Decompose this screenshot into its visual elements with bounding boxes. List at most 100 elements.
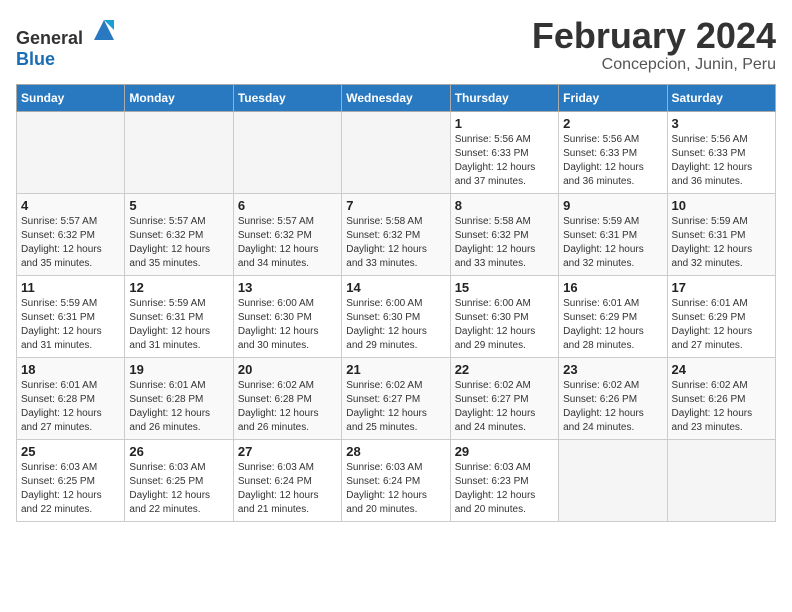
day-detail: Sunrise: 5:57 AM Sunset: 6:32 PM Dayligh… [21, 215, 120, 271]
calendar-cell: 19 Sunrise: 6:01 AM Sunset: 6:28 PM Dayli… [125, 357, 233, 439]
logo-icon [90, 16, 118, 44]
day-number: 25 [21, 444, 120, 459]
day-number: 14 [346, 280, 445, 295]
weekday-header: Tuesday [233, 84, 341, 111]
calendar-cell [342, 111, 450, 193]
calendar-header: SundayMondayTuesdayWednesdayThursdayFrid… [17, 84, 776, 111]
calendar-cell: 22 Sunrise: 6:02 AM Sunset: 6:27 PM Dayli… [450, 357, 558, 439]
day-number: 15 [455, 280, 554, 295]
calendar-cell: 3Sunrise: 5:56 AM Sunset: 6:33 PM Daylig… [667, 111, 775, 193]
day-number: 1 [455, 116, 554, 131]
day-detail: Sunrise: 6:03 AM Sunset: 6:23 PM Dayligh… [455, 461, 554, 517]
weekday-header: Friday [559, 84, 667, 111]
calendar-cell: 10 Sunrise: 5:59 AM Sunset: 6:31 PM Dayli… [667, 193, 775, 275]
day-number: 4 [21, 198, 120, 213]
day-number: 6 [238, 198, 337, 213]
calendar-week-row: 18 Sunrise: 6:01 AM Sunset: 6:28 PM Dayli… [17, 357, 776, 439]
weekday-header: Thursday [450, 84, 558, 111]
day-detail: Sunrise: 6:03 AM Sunset: 6:24 PM Dayligh… [238, 461, 337, 517]
calendar-cell: 14 Sunrise: 6:00 AM Sunset: 6:30 PM Dayli… [342, 275, 450, 357]
day-number: 5 [129, 198, 228, 213]
day-detail: Sunrise: 6:00 AM Sunset: 6:30 PM Dayligh… [455, 297, 554, 353]
logo: General Blue [16, 16, 118, 70]
day-number: 10 [672, 198, 771, 213]
weekday-header: Monday [125, 84, 233, 111]
day-number: 27 [238, 444, 337, 459]
calendar-cell: 23 Sunrise: 6:02 AM Sunset: 6:26 PM Dayli… [559, 357, 667, 439]
calendar-cell [559, 439, 667, 521]
day-detail: Sunrise: 6:01 AM Sunset: 6:28 PM Dayligh… [129, 379, 228, 435]
calendar-cell: 13Sunrise: 6:00 AM Sunset: 6:30 PM Dayli… [233, 275, 341, 357]
calendar-table: SundayMondayTuesdayWednesdayThursdayFrid… [16, 84, 776, 522]
calendar-cell: 20Sunrise: 6:02 AM Sunset: 6:28 PM Dayli… [233, 357, 341, 439]
calendar-cell: 2 Sunrise: 5:56 AM Sunset: 6:33 PM Daylig… [559, 111, 667, 193]
calendar-week-row: 25 Sunrise: 6:03 AM Sunset: 6:25 PM Dayli… [17, 439, 776, 521]
calendar-cell: 25 Sunrise: 6:03 AM Sunset: 6:25 PM Dayli… [17, 439, 125, 521]
calendar-cell: 29 Sunrise: 6:03 AM Sunset: 6:23 PM Dayli… [450, 439, 558, 521]
weekday-header: Saturday [667, 84, 775, 111]
calendar-cell: 18 Sunrise: 6:01 AM Sunset: 6:28 PM Dayli… [17, 357, 125, 439]
title-area: February 2024 Concepcion, Junin, Peru [532, 16, 776, 74]
day-number: 28 [346, 444, 445, 459]
day-detail: Sunrise: 5:56 AM Sunset: 6:33 PM Dayligh… [672, 133, 771, 189]
day-number: 18 [21, 362, 120, 377]
day-number: 11 [21, 280, 120, 295]
day-number: 21 [346, 362, 445, 377]
day-number: 29 [455, 444, 554, 459]
day-detail: Sunrise: 6:01 AM Sunset: 6:28 PM Dayligh… [21, 379, 120, 435]
day-detail: Sunrise: 5:59 AM Sunset: 6:31 PM Dayligh… [21, 297, 120, 353]
calendar-body: 1 Sunrise: 5:56 AM Sunset: 6:33 PM Daylig… [17, 111, 776, 521]
calendar-cell [17, 111, 125, 193]
day-detail: Sunrise: 5:57 AM Sunset: 6:32 PM Dayligh… [129, 215, 228, 271]
calendar-cell [667, 439, 775, 521]
day-detail: Sunrise: 6:00 AM Sunset: 6:30 PM Dayligh… [346, 297, 445, 353]
calendar-cell: 8 Sunrise: 5:58 AM Sunset: 6:32 PM Daylig… [450, 193, 558, 275]
calendar-cell [125, 111, 233, 193]
day-detail: Sunrise: 6:02 AM Sunset: 6:27 PM Dayligh… [455, 379, 554, 435]
subtitle: Concepcion, Junin, Peru [532, 56, 776, 74]
day-detail: Sunrise: 6:02 AM Sunset: 6:28 PM Dayligh… [238, 379, 337, 435]
day-detail: Sunrise: 6:02 AM Sunset: 6:26 PM Dayligh… [563, 379, 662, 435]
day-detail: Sunrise: 5:56 AM Sunset: 6:33 PM Dayligh… [563, 133, 662, 189]
main-title: February 2024 [532, 16, 776, 56]
calendar-cell: 11 Sunrise: 5:59 AM Sunset: 6:31 PM Dayli… [17, 275, 125, 357]
day-detail: Sunrise: 6:03 AM Sunset: 6:25 PM Dayligh… [21, 461, 120, 517]
day-number: 8 [455, 198, 554, 213]
calendar-cell: 9Sunrise: 5:59 AM Sunset: 6:31 PM Daylig… [559, 193, 667, 275]
day-detail: Sunrise: 6:01 AM Sunset: 6:29 PM Dayligh… [672, 297, 771, 353]
day-number: 7 [346, 198, 445, 213]
calendar-cell: 6Sunrise: 5:57 AM Sunset: 6:32 PM Daylig… [233, 193, 341, 275]
day-detail: Sunrise: 6:02 AM Sunset: 6:26 PM Dayligh… [672, 379, 771, 435]
calendar-week-row: 11 Sunrise: 5:59 AM Sunset: 6:31 PM Dayli… [17, 275, 776, 357]
day-detail: Sunrise: 6:03 AM Sunset: 6:24 PM Dayligh… [346, 461, 445, 517]
day-number: 23 [563, 362, 662, 377]
day-detail: Sunrise: 6:02 AM Sunset: 6:27 PM Dayligh… [346, 379, 445, 435]
calendar-cell: 7Sunrise: 5:58 AM Sunset: 6:32 PM Daylig… [342, 193, 450, 275]
day-detail: Sunrise: 5:59 AM Sunset: 6:31 PM Dayligh… [672, 215, 771, 271]
day-number: 12 [129, 280, 228, 295]
calendar-cell: 16 Sunrise: 6:01 AM Sunset: 6:29 PM Dayli… [559, 275, 667, 357]
day-number: 2 [563, 116, 662, 131]
weekday-header: Wednesday [342, 84, 450, 111]
calendar-cell: 5 Sunrise: 5:57 AM Sunset: 6:32 PM Daylig… [125, 193, 233, 275]
day-detail: Sunrise: 6:03 AM Sunset: 6:25 PM Dayligh… [129, 461, 228, 517]
calendar-week-row: 4 Sunrise: 5:57 AM Sunset: 6:32 PM Daylig… [17, 193, 776, 275]
day-number: 19 [129, 362, 228, 377]
day-number: 13 [238, 280, 337, 295]
day-detail: Sunrise: 5:56 AM Sunset: 6:33 PM Dayligh… [455, 133, 554, 189]
header: General Blue February 2024 Concepcion, J… [16, 16, 776, 74]
calendar-cell: 27 Sunrise: 6:03 AM Sunset: 6:24 PM Dayli… [233, 439, 341, 521]
day-number: 16 [563, 280, 662, 295]
day-number: 24 [672, 362, 771, 377]
day-detail: Sunrise: 5:58 AM Sunset: 6:32 PM Dayligh… [455, 215, 554, 271]
weekday-header: Sunday [17, 84, 125, 111]
day-number: 26 [129, 444, 228, 459]
calendar-cell: 4 Sunrise: 5:57 AM Sunset: 6:32 PM Daylig… [17, 193, 125, 275]
calendar-cell: 28 Sunrise: 6:03 AM Sunset: 6:24 PM Dayli… [342, 439, 450, 521]
day-number: 22 [455, 362, 554, 377]
calendar-cell [233, 111, 341, 193]
calendar-cell: 26 Sunrise: 6:03 AM Sunset: 6:25 PM Dayli… [125, 439, 233, 521]
calendar-cell: 21 Sunrise: 6:02 AM Sunset: 6:27 PM Dayli… [342, 357, 450, 439]
calendar-cell: 24 Sunrise: 6:02 AM Sunset: 6:26 PM Dayli… [667, 357, 775, 439]
day-detail: Sunrise: 6:01 AM Sunset: 6:29 PM Dayligh… [563, 297, 662, 353]
